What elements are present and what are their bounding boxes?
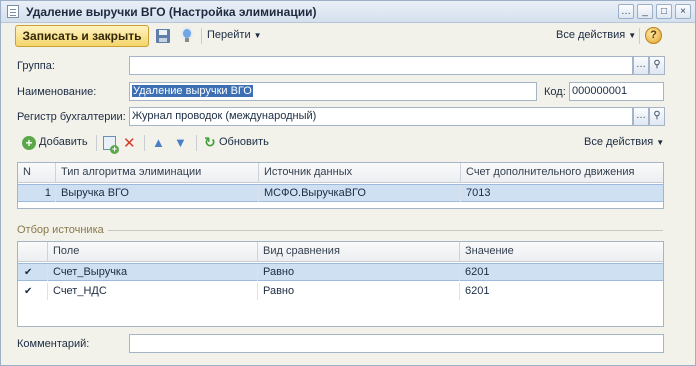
all-actions-menu[interactable]: Все действия ▼ (556, 29, 636, 41)
comment-label: Комментарий: (17, 338, 90, 350)
chevron-down-icon: ▼ (628, 31, 637, 40)
row-number: 1 (18, 185, 56, 202)
minimize-button[interactable]: _ (637, 4, 653, 19)
help-icon[interactable]: ? (645, 27, 662, 44)
search-icon[interactable]: ⚲ (649, 107, 665, 126)
refresh-icon[interactable]: ↻ (204, 134, 216, 151)
register-field[interactable]: Журнал проводок (международный) (129, 107, 633, 126)
chevron-down-icon: ▼ (253, 31, 262, 40)
table-header: N Тип алгоритма элиминации Источник данн… (18, 163, 663, 183)
group-select-button[interactable]: … (633, 56, 649, 75)
refresh-button[interactable]: Обновить (219, 136, 269, 148)
group-divider (108, 230, 663, 231)
search-icon[interactable]: ⚲ (649, 56, 665, 75)
column-header[interactable]: N (18, 163, 56, 183)
register-select-button[interactable]: … (633, 107, 649, 126)
row-checkbox[interactable]: ✔ (18, 283, 48, 300)
group-label: Группа: (17, 60, 55, 72)
table-all-actions-menu[interactable]: Все действия ▼ (584, 136, 664, 148)
algorithm-type-cell: Выручка ВГО (56, 185, 259, 202)
field-cell: Счет_Выручка (48, 264, 258, 281)
field-cell: Счет_НДС (48, 283, 258, 300)
maximize-button[interactable]: □ (656, 4, 672, 19)
table-all-actions-label: Все действия (584, 136, 654, 148)
close-button[interactable]: × (675, 4, 691, 19)
add-icon[interactable]: + (22, 136, 36, 150)
column-header[interactable]: Вид сравнения (258, 242, 460, 262)
chevron-down-icon: ▼ (656, 138, 665, 147)
column-header[interactable]: Значение (460, 242, 663, 262)
table-row[interactable]: ✔ Счет_НДС Равно 6201 (18, 283, 663, 301)
value-cell: 6201 (465, 285, 490, 297)
toolbar-separator (639, 28, 640, 44)
toolbar-separator (96, 135, 97, 151)
toolbar-separator (196, 135, 197, 151)
row-checkbox[interactable]: ✔ (18, 264, 48, 281)
lightbulb-icon[interactable] (180, 27, 194, 45)
code-field[interactable]: 000000001 (569, 82, 664, 101)
column-header[interactable]: Счет дополнительного движения (461, 163, 663, 183)
table-row[interactable]: ✔ Счет_Выручка Равно 6201 (18, 263, 663, 281)
register-label: Регистр бухгалтерии: (17, 111, 126, 123)
window-menu-button[interactable]: … (618, 4, 634, 19)
document-icon (7, 5, 19, 18)
goto-menu[interactable]: Перейти ▼ (207, 29, 262, 41)
toolbar-separator (201, 28, 202, 44)
column-header[interactable]: Источник данных (259, 163, 461, 183)
algorithms-toolbar: + Добавить ✕ ▲ ▼ ↻ Обновить Все действия… (1, 132, 695, 154)
comparison-cell: Равно (258, 283, 460, 300)
source-filter-label: Отбор источника (17, 224, 104, 236)
copy-icon[interactable] (103, 136, 119, 154)
checkmark-icon: ✔ (24, 267, 33, 278)
algorithms-table: N Тип алгоритма элиминации Источник данн… (17, 162, 664, 209)
name-value: Удаление выручки ВГО (132, 85, 253, 97)
all-actions-label: Все действия (556, 29, 626, 41)
data-source-cell: МСФО.ВыручкаВГО (259, 185, 461, 202)
delete-icon[interactable]: ✕ (123, 134, 136, 152)
source-filter-table: Поле Вид сравнения Значение ✔ Счет_Выруч… (17, 241, 664, 327)
group-field[interactable] (129, 56, 633, 75)
column-header[interactable]: Поле (48, 242, 258, 262)
value-cell: 6201 (465, 266, 490, 278)
arrow-up-icon[interactable]: ▲ (152, 135, 165, 150)
column-header[interactable]: Тип алгоритма элиминации (56, 163, 259, 183)
additional-account-cell: 7013 (466, 187, 491, 199)
checkmark-icon: ✔ (24, 286, 33, 297)
checkbox-column-header[interactable] (18, 242, 48, 262)
name-label: Наименование: (17, 86, 97, 98)
name-field[interactable]: Удаление выручки ВГО (129, 82, 537, 101)
comparison-cell: Равно (258, 264, 460, 281)
table-row[interactable]: 1 Выручка ВГО МСФО.ВыручкаВГО 7013 (18, 184, 663, 202)
form-window: Удаление выручки ВГО (Настройка элиминац… (0, 0, 696, 366)
goto-menu-label: Перейти (207, 29, 251, 41)
title-bar: Удаление выручки ВГО (Настройка элиминац… (1, 1, 695, 23)
save-icon[interactable] (156, 29, 170, 43)
save-and-close-button[interactable]: Записать и закрыть (15, 25, 149, 47)
code-label: Код: (544, 86, 566, 98)
table-header: Поле Вид сравнения Значение (18, 242, 663, 262)
arrow-down-icon[interactable]: ▼ (174, 135, 187, 150)
toolbar-separator (144, 135, 145, 151)
add-button[interactable]: Добавить (39, 136, 88, 148)
comment-field[interactable] (129, 334, 664, 353)
window-title: Удаление выручки ВГО (Настройка элиминац… (26, 5, 317, 19)
main-toolbar: Записать и закрыть Перейти ▼ Все действия… (1, 24, 695, 48)
